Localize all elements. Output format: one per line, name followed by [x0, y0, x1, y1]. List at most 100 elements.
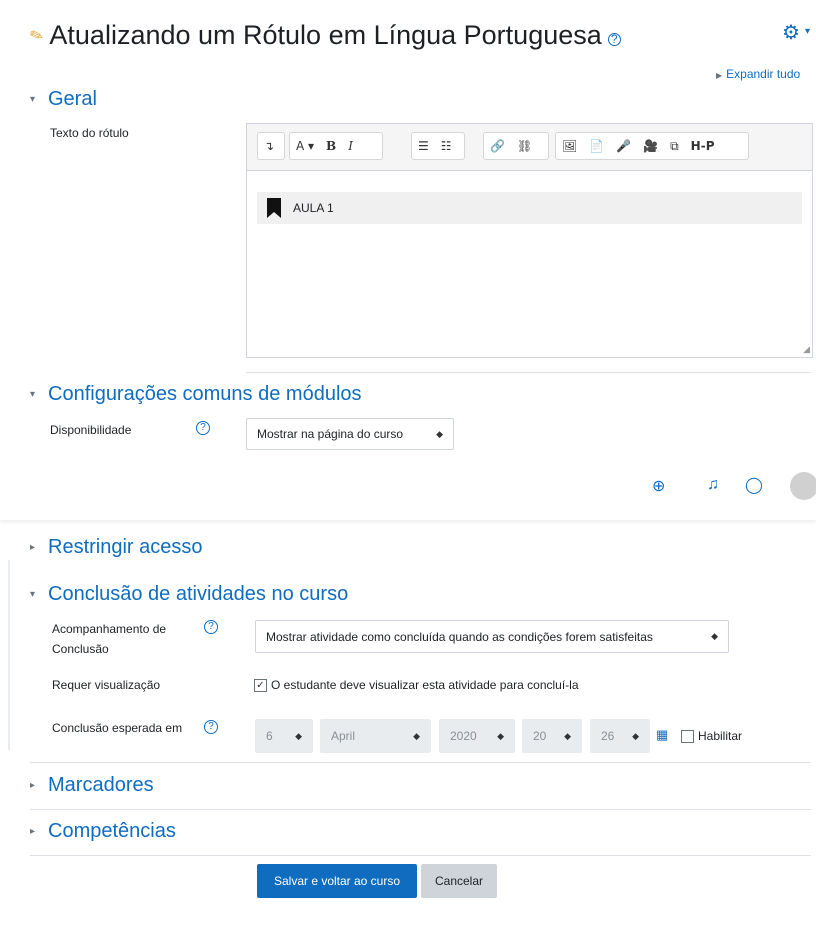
- page-title: Atualizando um Rótulo em Língua Portugue…: [49, 20, 602, 50]
- h5p-button[interactable]: H-P: [685, 139, 721, 153]
- bold-button[interactable]: B: [320, 139, 342, 153]
- section-modulos-header[interactable]: ▾ Configurações comuns de módulos: [30, 383, 362, 406]
- copy-icon[interactable]: ⧉: [664, 139, 685, 154]
- divider: [30, 855, 811, 856]
- view-checkbox[interactable]: ✓: [254, 678, 267, 692]
- section-geral-header[interactable]: ▾ Geral: [30, 88, 97, 111]
- field-label-acompanhamento-2: Conclusão: [52, 642, 109, 656]
- availability-value: Mostrar na página do curso: [257, 427, 404, 441]
- section-competencias-header[interactable]: ▸ Competências: [30, 820, 176, 843]
- hour-value: 20: [533, 729, 547, 743]
- expand-icon: ▸: [30, 826, 36, 837]
- font-button[interactable]: A ▾: [290, 139, 320, 153]
- minute-value: 26: [601, 729, 615, 743]
- section-modulos-title: Configurações comuns de módulos: [48, 383, 362, 405]
- section-conclusao-title: Conclusão de atividades no curso: [48, 583, 349, 605]
- year-select[interactable]: 2020 ◆: [439, 719, 515, 753]
- month-value: April: [331, 729, 356, 743]
- help-icon[interactable]: ?: [204, 720, 218, 734]
- field-label-acompanhamento-1: Acompanhamento de: [52, 622, 167, 636]
- field-label-disponibilidade: Disponibilidade: [50, 423, 132, 437]
- globe-icon[interactable]: ⊕: [652, 476, 665, 496]
- divider: [246, 372, 811, 373]
- help-icon[interactable]: ?: [196, 421, 210, 435]
- avatar[interactable]: [790, 472, 816, 500]
- select-arrow-icon: ◆: [295, 730, 302, 741]
- year-value: 2020: [450, 729, 477, 743]
- section-marcadores-header[interactable]: ▸ Marcadores: [30, 774, 154, 797]
- enable-checkbox-label: Habilitar: [698, 729, 743, 743]
- editor-content-line: AULA 1: [257, 192, 802, 224]
- enable-checkbox[interactable]: [681, 729, 694, 743]
- toolbar-group-4: 🔗 ⛓: [483, 132, 549, 160]
- section-geral-title: Geral: [48, 88, 97, 110]
- pencil-icon: ✎: [27, 25, 47, 47]
- chat-icon[interactable]: ◯: [745, 475, 763, 495]
- ordered-list-button[interactable]: ☷: [435, 139, 458, 153]
- select-arrow-icon: ◆: [413, 730, 420, 741]
- expand-all-link[interactable]: ▶ Expandir tudo: [716, 67, 800, 81]
- section-conclusao-header[interactable]: ▾ Conclusão de atividades no curso: [30, 583, 348, 606]
- toolbar-group-1: ↴: [257, 132, 285, 160]
- cancel-button[interactable]: Cancelar: [421, 864, 497, 898]
- gear-icon[interactable]: ⚙: [782, 20, 800, 45]
- select-arrow-icon: ◆: [632, 730, 639, 741]
- section-restringir-header[interactable]: ▸ Restringir acesso: [30, 536, 203, 559]
- rich-text-editor[interactable]: ↴ A ▾ B I ☰ ☷ 🔗 ⛓ 🖼 📄 🎤 🎥 ⧉ H-P AULA 1 ◢: [246, 123, 813, 358]
- toolbar-group-3: ☰ ☷: [411, 132, 465, 160]
- day-value: 6: [266, 729, 273, 743]
- month-select[interactable]: April ◆: [320, 719, 431, 753]
- bell-icon[interactable]: ♫: [707, 476, 719, 494]
- select-arrow-icon: ◆: [436, 428, 443, 439]
- day-select[interactable]: 6 ◆: [255, 719, 313, 753]
- unordered-list-button[interactable]: ☰: [412, 139, 435, 153]
- save-return-button[interactable]: Salvar e voltar ao curso: [257, 864, 417, 898]
- completion-tracking-value: Mostrar atividade como concluída quando …: [266, 629, 653, 644]
- chevron-down-icon[interactable]: ▾: [805, 26, 810, 37]
- video-icon[interactable]: 🎥: [637, 139, 664, 153]
- expand-icon: ▸: [30, 542, 36, 553]
- section-marcadores-title: Marcadores: [48, 774, 154, 796]
- select-arrow-icon: ◆: [497, 730, 504, 741]
- toolbar-toggle-button[interactable]: ↴: [258, 139, 280, 153]
- collapse-icon: ▾: [30, 589, 36, 600]
- expand-all-label: Expandir tudo: [726, 67, 801, 81]
- field-label-conclusao-esperada: Conclusão esperada em: [52, 721, 183, 735]
- section-competencias-title: Competências: [48, 820, 176, 842]
- image-icon[interactable]: 🖼: [556, 139, 583, 153]
- caret-right-icon: ▶: [716, 71, 723, 80]
- editor-toolbar: ↴ A ▾ B I ☰ ☷ 🔗 ⛓ 🖼 📄 🎤 🎥 ⧉ H-P: [247, 124, 812, 171]
- section-restringir-title: Restringir acesso: [48, 536, 203, 558]
- field-label-visualizacao: Requer visualização: [52, 678, 161, 692]
- microphone-icon[interactable]: 🎤: [610, 139, 637, 153]
- media-icon[interactable]: 📄: [583, 139, 610, 153]
- view-checkbox-label: O estudante deve visualizar esta ativida…: [271, 678, 579, 692]
- field-label-texto: Texto do rótulo: [50, 126, 129, 140]
- help-icon[interactable]: ?: [607, 33, 621, 46]
- unlink-icon[interactable]: ⛓: [511, 139, 538, 153]
- editor-content-text: AULA 1: [293, 201, 334, 215]
- select-arrow-icon: ◆: [564, 730, 571, 741]
- section-indicator: [8, 560, 10, 750]
- availability-select[interactable]: Mostrar na página do curso ◆: [246, 418, 454, 450]
- hour-select[interactable]: 20 ◆: [522, 719, 582, 753]
- expand-icon: ▸: [30, 780, 36, 791]
- divider: [30, 809, 811, 810]
- view-checkbox-row[interactable]: ✓ O estudante deve visualizar esta ativi…: [254, 678, 579, 692]
- calendar-icon[interactable]: ▦: [656, 727, 668, 743]
- collapse-icon: ▾: [30, 389, 36, 400]
- select-arrow-icon: ◆: [711, 631, 718, 641]
- completion-tracking-select[interactable]: Mostrar atividade como concluída quando …: [255, 620, 729, 653]
- link-icon[interactable]: 🔗: [484, 139, 511, 153]
- collapse-icon: ▾: [30, 94, 36, 105]
- divider: [30, 762, 811, 763]
- resize-handle-icon[interactable]: ◢: [803, 344, 810, 355]
- bookmark-icon: [267, 198, 281, 218]
- toolbar-group-5: 🖼 📄 🎤 🎥 ⧉ H-P: [555, 132, 749, 160]
- minute-select[interactable]: 26 ◆: [590, 719, 650, 753]
- enable-checkbox-row[interactable]: Habilitar: [681, 729, 742, 743]
- top-navbar: [0, 460, 816, 520]
- toolbar-group-2: A ▾ B I: [289, 132, 383, 160]
- help-icon[interactable]: ?: [204, 620, 218, 634]
- italic-button[interactable]: I: [342, 139, 359, 153]
